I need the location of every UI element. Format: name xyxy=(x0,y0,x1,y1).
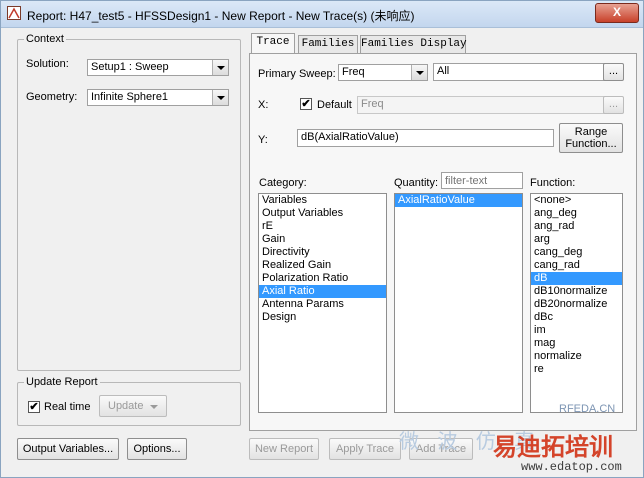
x-ellipsis-button[interactable]: ... xyxy=(603,96,624,114)
function-item-selected[interactable]: dB xyxy=(531,272,622,285)
primary-sweep-label: Primary Sweep: xyxy=(258,68,336,80)
context-legend: Context xyxy=(26,33,64,45)
geometry-dropdown[interactable]: Infinite Sphere1 xyxy=(87,89,229,106)
y-expression-field[interactable]: dB(AxialRatioValue) xyxy=(297,129,554,147)
solution-dropdown[interactable]: Setup1 : Sweep xyxy=(87,59,229,76)
window-title: Report: H47_test5 - HFSSDesign1 - New Re… xyxy=(27,9,415,23)
report-dialog: Report: H47_test5 - HFSSDesign1 - New Re… xyxy=(0,0,644,478)
function-item[interactable]: arg xyxy=(531,233,622,246)
category-item[interactable]: Antenna Params xyxy=(259,298,386,311)
report-app-icon xyxy=(7,6,21,20)
watermark-edatop: www.edatop.com xyxy=(521,460,622,474)
function-item[interactable]: dB10normalize xyxy=(531,285,622,298)
range-function-line2: Function... xyxy=(565,138,617,150)
function-item[interactable]: ang_deg xyxy=(531,207,622,220)
solution-value: Setup1 : Sweep xyxy=(91,61,169,73)
default-label: Default xyxy=(317,99,352,111)
chevron-down-icon[interactable] xyxy=(411,65,427,80)
category-item[interactable]: rE xyxy=(259,220,386,233)
sweep-range-field[interactable]: All xyxy=(433,63,605,81)
function-item[interactable]: mag xyxy=(531,337,622,350)
update-report-legend: Update Report xyxy=(26,376,98,388)
output-variables-button[interactable]: Output Variables... xyxy=(17,438,119,460)
solution-label: Solution: xyxy=(26,58,69,70)
function-list[interactable]: <none> ang_deg ang_rad arg cang_deg cang… xyxy=(530,193,623,413)
options-button[interactable]: Options... xyxy=(127,438,187,460)
range-function-line1: Range xyxy=(574,126,608,138)
geometry-value: Infinite Sphere1 xyxy=(91,91,169,103)
geometry-label: Geometry: xyxy=(26,91,78,103)
function-item[interactable]: ang_rad xyxy=(531,220,622,233)
function-label: Function: xyxy=(530,177,576,189)
update-button-label: Update xyxy=(108,400,144,412)
chevron-down-icon[interactable] xyxy=(212,60,228,75)
function-item[interactable]: dB20normalize xyxy=(531,298,622,311)
primary-sweep-dropdown[interactable]: Freq xyxy=(338,64,428,81)
close-button[interactable]: X xyxy=(595,3,639,23)
y-label: Y: xyxy=(258,134,268,146)
x-expression-field[interactable]: Freq xyxy=(357,96,605,114)
function-item[interactable]: normalize xyxy=(531,350,622,363)
category-item[interactable]: Design xyxy=(259,311,386,324)
category-item[interactable]: Polarization Ratio xyxy=(259,272,386,285)
realtime-checkbox[interactable]: ✔ xyxy=(28,401,40,413)
chevron-down-icon xyxy=(150,405,158,409)
category-list[interactable]: Variables Output Variables rE Gain Direc… xyxy=(258,193,387,413)
category-item[interactable]: Variables xyxy=(259,194,386,207)
context-group: Context xyxy=(17,33,241,371)
category-label: Category: xyxy=(259,177,307,189)
apply-trace-button[interactable]: Apply Trace xyxy=(329,438,401,460)
function-item[interactable]: cang_deg xyxy=(531,246,622,259)
quantity-item-selected[interactable]: AxialRatioValue xyxy=(395,194,522,207)
category-item-selected[interactable]: Axial Ratio xyxy=(259,285,386,298)
title-bar: Report: H47_test5 - HFSSDesign1 - New Re… xyxy=(1,1,643,28)
function-item[interactable]: dBc xyxy=(531,311,622,324)
primary-sweep-value: Freq xyxy=(342,66,365,78)
category-item[interactable]: Output Variables xyxy=(259,207,386,220)
function-item[interactable]: cang_rad xyxy=(531,259,622,272)
quantity-label: Quantity: xyxy=(394,177,439,189)
chevron-down-icon[interactable] xyxy=(212,90,228,105)
range-function-button[interactable]: Range Function... xyxy=(559,123,623,153)
quantity-filter-input[interactable] xyxy=(441,172,523,189)
realtime-label: Real time xyxy=(44,401,91,413)
category-item[interactable]: Realized Gain xyxy=(259,259,386,272)
category-item[interactable]: Directivity xyxy=(259,246,386,259)
tab-trace[interactable]: Trace xyxy=(251,33,295,53)
tab-families[interactable]: Families xyxy=(298,35,358,53)
quantity-list[interactable]: AxialRatioValue xyxy=(394,193,523,413)
sweep-range-ellipsis-button[interactable]: ... xyxy=(603,63,624,81)
function-item[interactable]: <none> xyxy=(531,194,622,207)
default-checkbox[interactable]: ✔ xyxy=(300,98,312,110)
add-trace-button[interactable]: Add Trace xyxy=(409,438,473,460)
tab-families-display[interactable]: Families Display xyxy=(360,35,467,53)
watermark-brand: 易迪拓培训 xyxy=(493,434,613,461)
function-item[interactable]: re xyxy=(531,363,622,376)
category-item[interactable]: Gain xyxy=(259,233,386,246)
function-item[interactable]: im xyxy=(531,324,622,337)
new-report-button[interactable]: New Report xyxy=(249,438,319,460)
update-button[interactable]: Update xyxy=(99,395,167,417)
x-label: X: xyxy=(258,99,269,111)
